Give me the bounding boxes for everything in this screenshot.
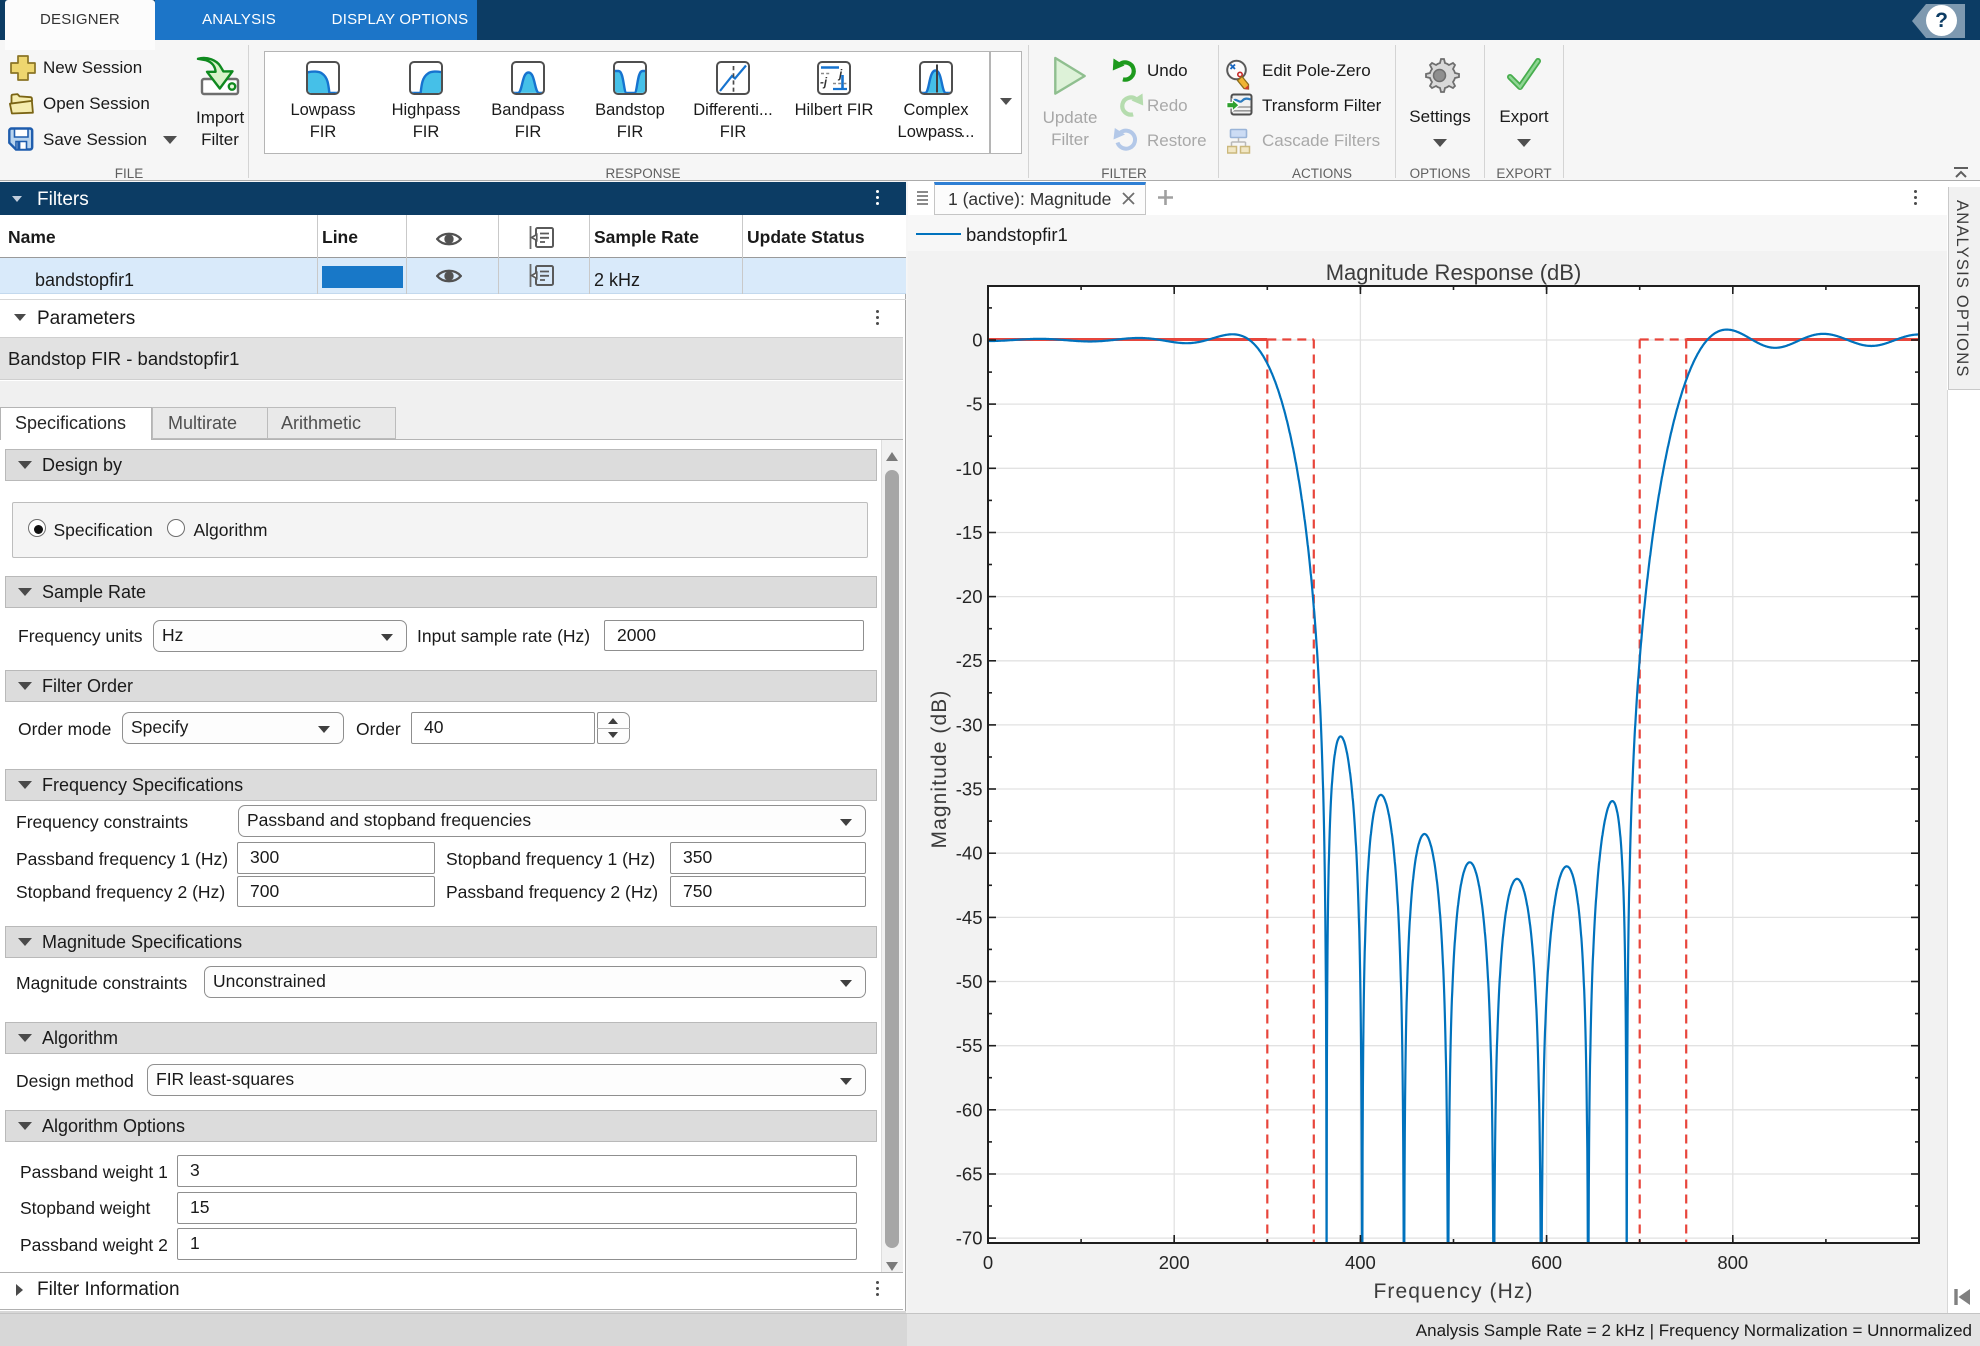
svg-text:-15: -15 — [956, 522, 983, 543]
svg-text:-20: -20 — [956, 586, 983, 607]
svg-text:Frequency (Hz): Frequency (Hz) — [1373, 1280, 1533, 1303]
svg-text:Magnitude (dB): Magnitude (dB) — [928, 690, 951, 849]
svg-text:-35: -35 — [956, 779, 983, 800]
svg-text:-45: -45 — [956, 907, 983, 928]
svg-text:-70: -70 — [956, 1228, 983, 1249]
svg-text:400: 400 — [1345, 1252, 1376, 1273]
svg-text:-25: -25 — [956, 650, 983, 671]
svg-text:Magnitude Response (dB): Magnitude Response (dB) — [1326, 260, 1582, 285]
svg-text:600: 600 — [1531, 1252, 1562, 1273]
svg-text:-40: -40 — [956, 843, 983, 864]
svg-text:-50: -50 — [956, 971, 983, 992]
svg-text:-60: -60 — [956, 1099, 983, 1120]
svg-text:0: 0 — [983, 1252, 993, 1273]
svg-text:0: 0 — [972, 330, 982, 351]
svg-text:-65: -65 — [956, 1164, 983, 1185]
svg-text:-55: -55 — [956, 1035, 983, 1056]
svg-text:200: 200 — [1159, 1252, 1190, 1273]
svg-text:-5: -5 — [966, 394, 982, 415]
svg-text:800: 800 — [1717, 1252, 1748, 1273]
svg-text:-j: -j — [820, 77, 828, 89]
svg-text:-30: -30 — [956, 714, 983, 735]
svg-text:-10: -10 — [956, 458, 983, 479]
